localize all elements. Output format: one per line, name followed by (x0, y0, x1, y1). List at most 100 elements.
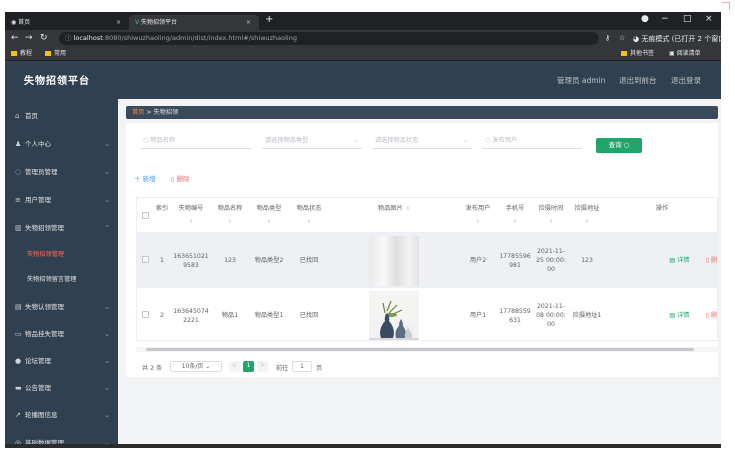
user-search-input[interactable]: ○ 发布用户 (482, 133, 582, 149)
sort-icon[interactable]: ⇕ (211, 217, 249, 227)
query-label: 查询 (608, 141, 622, 149)
key-icon[interactable]: ⚷ (605, 34, 610, 42)
sort-icon[interactable]: ⇕ (406, 206, 410, 212)
sidebar-item[interactable]: ◎ 基础数据管理 ⌄ (5, 430, 118, 444)
item-image[interactable] (369, 290, 419, 340)
tab-active[interactable]: V 失物招领平台 × (129, 15, 259, 30)
sidebar-item[interactable]: ↗ 轮播图信息 ⌄ (5, 402, 118, 428)
page-unit-label: 页 (316, 365, 323, 372)
close-window-icon[interactable]: × (705, 14, 713, 24)
sidebar-item[interactable]: ▭ 物品挂失管理 ⌄ (5, 321, 118, 347)
incognito-indicator[interactable]: ◕ 无痕模式 (已打开 2 个窗口) (633, 34, 721, 44)
page-1-button[interactable]: 1 (243, 361, 254, 372)
close-icon[interactable]: × (116, 15, 121, 30)
chevron-down-icon: ⌄ (104, 439, 110, 444)
table-cell: 1 (160, 257, 164, 264)
forward-icon[interactable]: → (25, 33, 33, 43)
sidebar-item[interactable]: ≡ 用户管理 ⌄ (5, 187, 118, 213)
sidebar-item[interactable]: ▤ 失物认领管理 ⌄ (5, 294, 118, 320)
plus-icon: ＋ (134, 175, 143, 183)
logout-link[interactable]: 退出登录 (671, 75, 701, 86)
profile-icon[interactable]: ● (641, 14, 649, 24)
delete-button[interactable]: ▯ 删 (705, 256, 717, 265)
select-all-header[interactable] (137, 198, 153, 232)
row-checkbox[interactable] (142, 311, 149, 318)
back-icon[interactable]: ← (11, 33, 19, 43)
detail-button[interactable]: ▤ 详情 (669, 311, 689, 320)
reading-list[interactable]: ▣ 阅读清单 (669, 49, 701, 59)
star-icon[interactable]: ☆ (619, 34, 625, 42)
sort-icon[interactable]: ⇕ (459, 217, 497, 227)
chevron-down-icon: ⌄ (104, 303, 110, 311)
breadcrumb-separator: > (144, 109, 154, 116)
sidebar-item-label: 论坛管理 (25, 357, 51, 365)
sidebar-item[interactable]: ♟ 个人中心 ⌄ (5, 131, 118, 157)
table-row[interactable]: 1 1636510219583 123 物品类型2 已找回 用户2 17785596981 2… (137, 232, 717, 288)
table-cell: 17788559631 (499, 307, 531, 324)
sidebar-item[interactable]: ● 论坛管理 ⌄ (5, 348, 118, 374)
query-button[interactable]: 查询 ○ (596, 138, 642, 153)
table-cell: 已找回 (299, 312, 319, 319)
column-header-label: 物品状态 (296, 205, 322, 212)
sort-icon[interactable]: ⇕ (249, 217, 289, 227)
exit-to-front-link[interactable]: 退出到前台 (619, 75, 657, 86)
add-button[interactable]: ＋ 新增 (134, 173, 156, 183)
bookmark-label: 常用 (54, 50, 67, 57)
table-scrollbar[interactable] (136, 347, 718, 352)
current-user: 管理员 admin (557, 76, 606, 85)
minimize-icon[interactable]: − (661, 14, 669, 24)
bookmark-folder[interactable]: 常用 (45, 49, 66, 59)
column-header-label: 手机号 (505, 205, 525, 212)
breadcrumb-home[interactable]: 首页 (132, 109, 144, 116)
delete-button[interactable]: ▯ 删 (705, 311, 717, 320)
type-select[interactable]: 请选择物品类型 ⌄ (262, 133, 362, 149)
page-size-select[interactable]: 10条/页 ⌄ (170, 361, 222, 372)
sidebar-item[interactable]: 失物招领管理 (5, 242, 118, 268)
table-cell: 1636450742221 (173, 307, 209, 324)
sidebar-item[interactable]: ▥ 失物招领管理 ⌃ (5, 215, 118, 241)
sort-icon[interactable]: ⇕ (569, 217, 605, 227)
column-header-label: 失物编号 (178, 205, 204, 212)
table-cell: 2 (160, 312, 164, 319)
column-header: 物品名称 ⇕ (211, 198, 249, 232)
chevron-down-icon: ⌄ (104, 357, 110, 365)
prev-page-button[interactable]: < (229, 361, 240, 372)
bookmark-label: 阅读清单 (676, 50, 701, 57)
table-row[interactable]: 2 1636450742221 物品1 物品类型1 已找回 用户1 17788559631 2… (137, 287, 717, 340)
chevron-down-icon: ⌄ (104, 384, 110, 392)
select-all-checkbox[interactable] (142, 212, 149, 219)
close-icon[interactable]: × (246, 15, 251, 30)
sidebar-item[interactable]: ▬ 公告管理 ⌄ (5, 375, 118, 401)
detail-button[interactable]: ▤ 详情 (669, 256, 689, 265)
scrollbar-thumb[interactable] (146, 348, 694, 351)
sort-icon[interactable]: ⇕ (533, 217, 569, 227)
menu-icon[interactable]: ⋮ (711, 34, 718, 42)
tab-bar: ◉ 首页 × V 失物招领平台 × + ● − □ × (5, 12, 721, 30)
sort-icon[interactable]: ⇕ (171, 217, 211, 227)
sidebar-item[interactable]: ◌ 管理员管理 ⌄ (5, 159, 118, 185)
sidebar-item[interactable]: ⌂ 首页 (5, 103, 118, 129)
row-checkbox[interactable] (142, 256, 149, 263)
sort-icon[interactable]: ⇕ (289, 217, 329, 227)
bookmark-folder[interactable]: 其他书签 (621, 49, 654, 59)
batch-delete-button[interactable]: ▯ 删除 (171, 173, 190, 183)
name-search-input[interactable]: ○ 物品名称 (140, 133, 252, 149)
maximize-icon[interactable]: □ (683, 14, 692, 24)
item-image[interactable] (369, 235, 419, 286)
status-select[interactable]: 请选择物品状态 ⌄ (372, 133, 472, 149)
sidebar-item[interactable]: 失物招领留言管理 (5, 267, 118, 293)
main-content: 首页 > 失物招领 ○ 物品名称 请选择物品类型 ⌄ 请选择物品状态 ⌄ ○ 发布用… (118, 99, 721, 444)
new-tab-icon[interactable]: + (265, 14, 273, 25)
tab-home[interactable]: ◉ 首页 × (5, 15, 129, 30)
sort-icon[interactable]: ⇕ (497, 217, 533, 227)
folder-icon (621, 51, 627, 56)
goto-page-input[interactable]: 1 (292, 361, 312, 372)
actions-cell: ▤ 详情 ▯ 删 (605, 233, 717, 288)
reload-icon[interactable]: ↻ (40, 33, 48, 43)
next-page-button[interactable]: > (257, 361, 268, 372)
document-icon: ▤ (669, 257, 678, 264)
add-label: 新增 (142, 175, 156, 183)
bookmark-folder[interactable]: 教程 (11, 49, 32, 59)
url-input[interactable]: ⓘ localhost:8080/shiwuzhaoling/admin/dis… (59, 32, 599, 45)
frame-corner (722, 2, 730, 10)
